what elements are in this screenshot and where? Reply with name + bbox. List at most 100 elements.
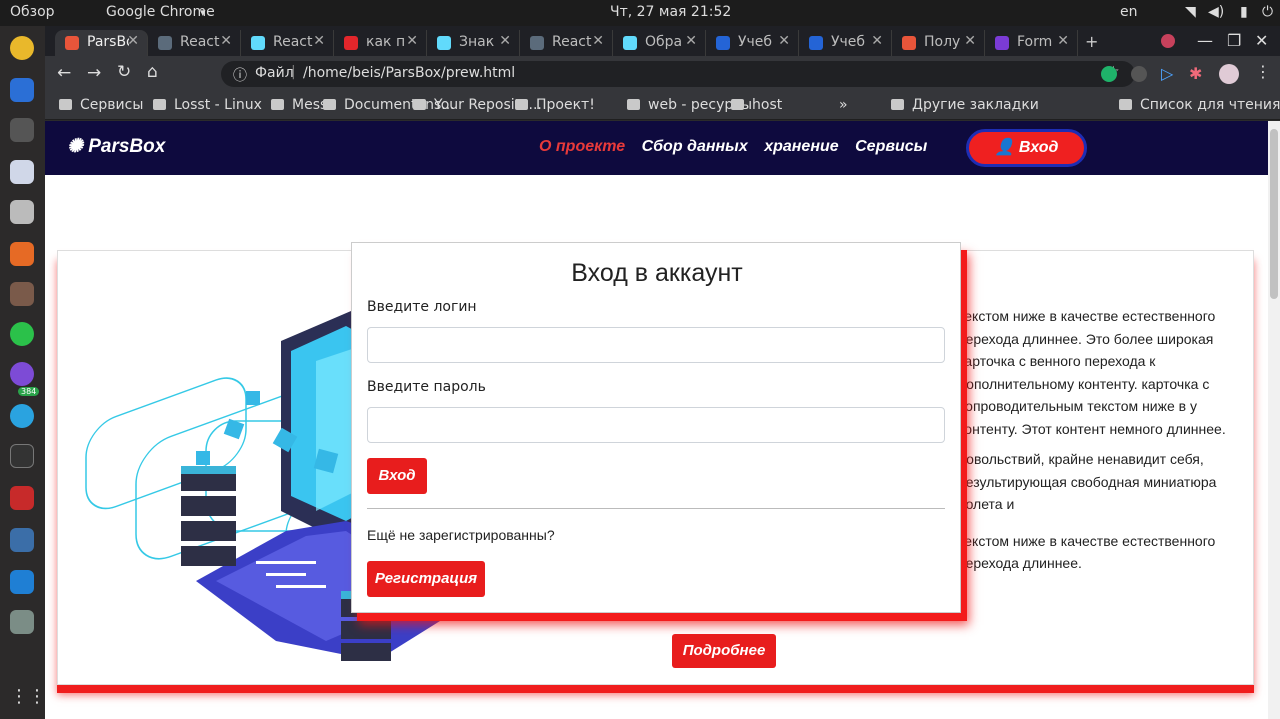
avatar[interactable] — [1219, 64, 1239, 84]
clock[interactable]: Чт, 27 мая 21:52 — [610, 4, 731, 20]
browser-tab[interactable]: Form ✕ — [985, 30, 1078, 56]
document-icon[interactable] — [10, 160, 34, 184]
nav-storage[interactable]: хранение — [764, 138, 838, 155]
browser-tab[interactable]: Учеб ✕ — [706, 30, 799, 56]
screenshot-icon[interactable] — [10, 118, 34, 142]
tab-close-icon[interactable]: ✕ — [220, 33, 232, 49]
app-menu[interactable]: Google Chrome — [106, 4, 215, 20]
info-icon[interactable]: ⓘ — [233, 65, 247, 85]
address-url[interactable]: /home/beis/ParsBox/prew.html — [303, 65, 515, 81]
favicon-icon — [344, 36, 358, 50]
nav-services[interactable]: Сервисы — [855, 138, 927, 155]
address-prefix: Файл — [255, 65, 294, 81]
filezilla-icon[interactable] — [10, 486, 34, 510]
volume-icon[interactable]: ◀) — [1208, 4, 1224, 20]
bookmarks-bar: Сервисы Losst - Linux Mess Documentans... Yo… — [45, 92, 1280, 120]
vscode-icon[interactable] — [10, 570, 34, 594]
forward-icon[interactable]: → — [87, 63, 101, 83]
wifi-icon[interactable]: ◥ — [1185, 4, 1196, 20]
dev-tool-icon[interactable] — [10, 282, 34, 306]
tab-close-icon[interactable]: ✕ — [778, 33, 790, 49]
monitor-icon[interactable] — [10, 528, 34, 552]
site-brand[interactable]: ✺ ParsBox — [67, 135, 165, 158]
bookmark-item[interactable]: Losst - Linux — [153, 97, 262, 113]
browser-tab[interactable]: как п ✕ — [334, 30, 427, 56]
tab-close-icon[interactable]: ✕ — [871, 33, 883, 49]
password-input[interactable] — [367, 407, 945, 443]
tab-close-icon[interactable]: ✕ — [685, 33, 697, 49]
browser-tab[interactable]: Обра ✕ — [613, 30, 706, 56]
scrollbar-thumb[interactable] — [1270, 129, 1278, 299]
nav-login-label: Вход — [1018, 139, 1059, 156]
viber-icon[interactable] — [10, 362, 34, 386]
favicon-icon — [995, 36, 1009, 50]
battery-icon[interactable]: ▮ — [1240, 4, 1248, 20]
brand-text: ParsBox — [88, 136, 166, 157]
folder-icon — [153, 99, 166, 110]
restore-icon[interactable]: ❐ — [1227, 31, 1241, 50]
address-bar[interactable]: ⓘ Файл | /home/beis/ParsBox/prew.html ☆ — [221, 61, 1135, 87]
new-tab-button[interactable]: + — [1085, 32, 1098, 51]
minimize-icon[interactable]: — — [1197, 31, 1213, 50]
files-icon[interactable] — [10, 200, 34, 224]
tab-close-icon[interactable]: ✕ — [127, 33, 139, 49]
folder-icon — [59, 99, 72, 110]
submit-button[interactable]: Вход — [367, 458, 427, 494]
close-icon[interactable]: ✕ — [1255, 31, 1268, 50]
bookmark-label: Проект! — [536, 97, 595, 113]
bookmark-item[interactable]: Другие закладки — [891, 97, 1039, 113]
browser-tab[interactable]: Знак ✕ — [427, 30, 520, 56]
tab-close-icon[interactable]: ✕ — [1057, 33, 1069, 49]
login-input[interactable] — [367, 327, 945, 363]
language-indicator[interactable]: en — [1120, 4, 1138, 20]
apps-grid-icon[interactable]: ⋮⋮ — [10, 686, 46, 710]
media-icon[interactable] — [1131, 66, 1147, 82]
bookmark-item[interactable]: Список для чтения — [1119, 97, 1280, 113]
bookmark-label: Другие закладки — [912, 97, 1039, 113]
reload-icon[interactable]: ↻ — [117, 62, 131, 82]
power-icon[interactable]: ⏻ — [1262, 4, 1273, 20]
terminal-icon[interactable] — [10, 444, 34, 468]
whatsapp-icon[interactable] — [10, 322, 34, 346]
tab-title: Учеб — [738, 34, 773, 50]
bookmark-item[interactable]: Сервисы — [59, 97, 143, 113]
puzzle-icon[interactable]: ✱ — [1189, 64, 1202, 83]
browser-tab[interactable]: ParsBox✕ — [55, 30, 148, 56]
bookmark-item[interactable]: Mess — [271, 97, 327, 113]
nav-about[interactable]: О проекте — [539, 138, 625, 155]
bookmark-label: » — [839, 97, 848, 113]
tab-close-icon[interactable]: ✕ — [499, 33, 511, 49]
extension-icon[interactable]: ▷ — [1161, 64, 1173, 83]
page-scrollbar[interactable] — [1268, 121, 1280, 719]
password-label: Введите пароль — [367, 379, 486, 395]
software-icon[interactable] — [10, 242, 34, 266]
chrome-icon[interactable] — [10, 36, 34, 60]
activities-button[interactable]: Обзор — [10, 4, 55, 20]
mail-icon[interactable] — [10, 78, 34, 102]
tab-close-icon[interactable]: ✕ — [313, 33, 325, 49]
browser-tab[interactable]: React ✕ — [520, 30, 613, 56]
register-button[interactable]: Регистрация — [367, 561, 485, 597]
browser-tab[interactable]: React ✕ — [241, 30, 334, 56]
home-icon[interactable]: ⌂ — [147, 62, 158, 82]
tab-search-icon[interactable] — [1161, 34, 1175, 48]
dock: 384 ⋮⋮ — [0, 26, 46, 719]
back-icon[interactable]: ← — [57, 63, 71, 83]
tab-close-icon[interactable]: ✕ — [964, 33, 976, 49]
tab-title: Обра — [645, 34, 683, 50]
bookmark-item[interactable]: » — [839, 97, 848, 113]
gimp-icon[interactable] — [10, 610, 34, 634]
tab-close-icon[interactable]: ✕ — [406, 33, 418, 49]
browser-tab[interactable]: React ✕ — [148, 30, 241, 56]
tab-close-icon[interactable]: ✕ — [592, 33, 604, 49]
browser-tab[interactable]: Учеб ✕ — [799, 30, 892, 56]
bookmark-item[interactable]: Проект! — [515, 97, 595, 113]
menu-icon[interactable]: ⋮ — [1255, 62, 1271, 81]
more-button[interactable]: Подробнее — [672, 634, 776, 668]
nav-login-button[interactable]: 👤 Вход — [966, 129, 1087, 167]
nav-data[interactable]: Сбор данных — [642, 138, 748, 155]
grammarly-icon[interactable] — [1101, 66, 1117, 82]
bookmark-item[interactable]: host — [731, 97, 782, 113]
browser-tab[interactable]: Полу ✕ — [892, 30, 985, 56]
telegram-icon[interactable] — [10, 404, 34, 428]
